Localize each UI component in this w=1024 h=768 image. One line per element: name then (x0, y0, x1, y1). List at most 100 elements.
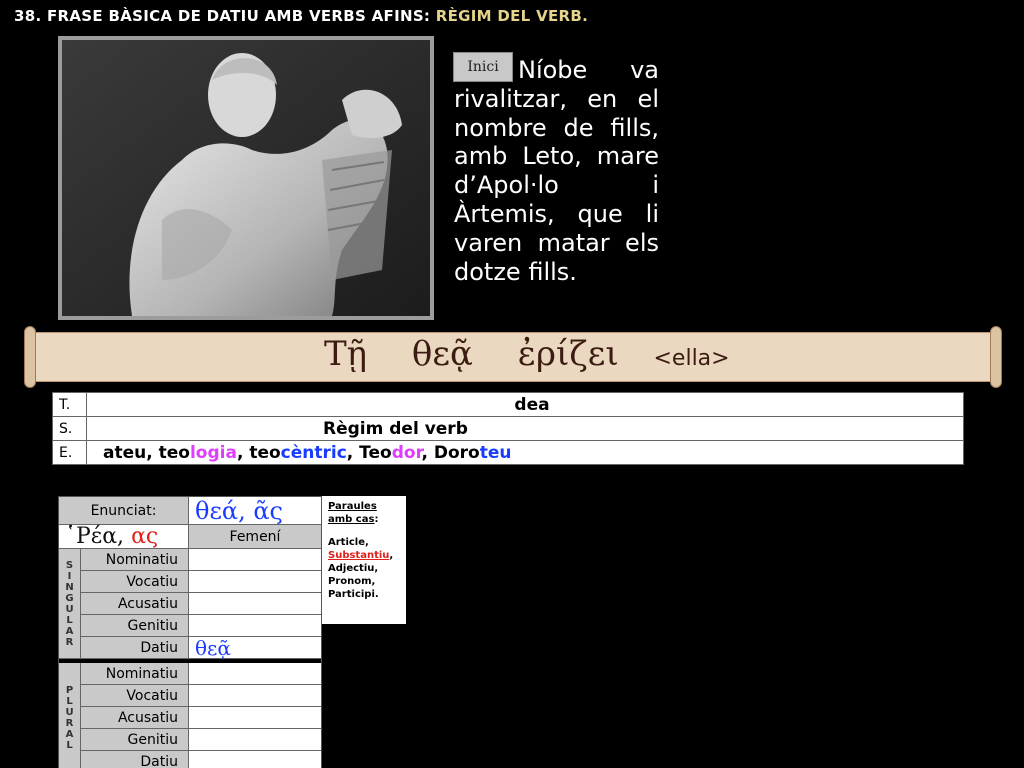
etym-part: , Teo (346, 442, 392, 463)
plural-cases: Nominatiu Vocatiu Acusatiu Genitiu Datiu (81, 663, 321, 768)
title-highlight: RÈGIM DEL VERB. (435, 7, 589, 25)
vlabel-char: N (65, 581, 74, 593)
etym-part: cèntric (280, 442, 347, 463)
word-item: Article, (328, 537, 369, 548)
pl-nominative-row: Nominatiu (81, 663, 321, 685)
enunciat-value: θεά, ᾶς (189, 497, 321, 525)
model-row: ῾Ρέα, ας Femení (59, 524, 321, 549)
niobe-statue-image (62, 40, 430, 316)
word-item: Pronom, (328, 576, 376, 587)
tse-table: T. dea S. Règim del verb E. ateu, teolog… (52, 392, 964, 465)
pl-vocative-cell[interactable] (189, 685, 321, 706)
words-heading-colon: : (374, 514, 379, 525)
vlabel-char: S (65, 559, 74, 571)
translation-row: T. dea (52, 392, 964, 417)
syntax-row: S. Règim del verb (52, 416, 964, 441)
vlabel-char: R (65, 717, 74, 729)
syntax-value: Règim del verb (86, 416, 964, 441)
case-label: Genitiu (81, 729, 189, 750)
scroll-right-roll (990, 326, 1002, 388)
greek-pronoun: <ella> (653, 346, 730, 371)
etymology-row: E. ateu, teologia, teocèntric, Teodor, D… (52, 440, 964, 465)
sg-genitive-cell[interactable] (189, 615, 321, 636)
pl-dative-row: Datiu (81, 751, 321, 768)
word-item-highlight: Substantiu (328, 550, 390, 561)
greek-word-verb: ἐρίζει (517, 334, 619, 374)
etymology-label: E. (52, 440, 87, 465)
vlabel-char: U (65, 603, 74, 615)
greek-sentence: Τῇ θεᾷ ἐρίζει <ella> (324, 334, 730, 374)
sg-vocative-row: Vocatiu (81, 571, 321, 593)
declension-table: Enunciat: θεά, ᾶς ῾Ρέα, ας Femení S I N … (58, 496, 322, 768)
syntax-label: S. (52, 416, 87, 441)
pl-dative-cell[interactable] (189, 751, 321, 768)
model-word-stem: ῾Ρέα, (65, 524, 125, 549)
statue-photo-frame (58, 36, 434, 320)
greek-word-noun: θεᾷ (411, 334, 473, 374)
case-label: Datiu (81, 751, 189, 768)
title-main: 38. FRASE BÀSICA DE DATIU AMB VERBS AFIN… (14, 7, 431, 25)
word-item-comma: , (389, 550, 394, 561)
case-label: Acusatiu (81, 593, 189, 614)
case-label: Vocatiu (81, 571, 189, 592)
translation-label: T. (52, 392, 87, 417)
etymology-value: ateu, teologia, teocèntric, Teodor, Doro… (86, 440, 964, 465)
story-first-line: Níobe va (518, 56, 659, 84)
etym-part: logia (189, 442, 237, 463)
enunciat-row: Enunciat: θεά, ᾶς (59, 497, 321, 525)
vlabel-char: R (65, 636, 74, 648)
words-with-case-box: Paraules amb cas: Article, Substantiu, A… (322, 496, 406, 624)
vlabel-char: U (65, 706, 74, 718)
singular-cases: Nominatiu Vocatiu Acusatiu Genitiu Datiu… (81, 549, 321, 660)
start-button[interactable]: Inici (453, 52, 513, 82)
word-item: Participi. (328, 589, 379, 600)
sg-vocative-cell[interactable] (189, 571, 321, 592)
pl-nominative-cell[interactable] (189, 663, 321, 684)
etym-part: dor (391, 442, 422, 463)
sg-nominative-row: Nominatiu (81, 549, 321, 571)
vlabel-char: L (66, 739, 73, 751)
pl-accusative-cell[interactable] (189, 707, 321, 728)
sg-nominative-cell[interactable] (189, 549, 321, 570)
story-text: Níobe va rivalitzar, en el nombre de fil… (454, 56, 659, 286)
vlabel-char: L (66, 695, 73, 707)
case-label: Genitiu (81, 615, 189, 636)
words-heading: Paraules amb cas (328, 501, 377, 525)
vlabel-char: G (65, 592, 74, 604)
statue-photo (62, 40, 430, 316)
plural-vertical-label: P L U R A L (59, 663, 81, 768)
case-label: Vocatiu (81, 685, 189, 706)
sg-dative-cell[interactable]: θεᾷ (189, 636, 321, 660)
enunciat-label: Enunciat: (59, 497, 189, 524)
sg-accusative-cell[interactable] (189, 593, 321, 614)
vlabel-char: P (65, 684, 74, 696)
vlabel-char: A (65, 728, 74, 740)
word-item: Adjectiu, (328, 563, 379, 574)
plural-group: P L U R A L Nominatiu Vocatiu Acusatiu G… (59, 663, 321, 768)
greek-sentence-scroll: Τῇ θεᾷ ἐρίζει <ella> (24, 326, 1002, 388)
model-word: ῾Ρέα, ας (59, 524, 189, 549)
pl-genitive-cell[interactable] (189, 729, 321, 750)
case-label: Datiu (81, 637, 189, 658)
sg-dative-row: Datiu θεᾷ (81, 636, 321, 660)
story-rest: rivalitzar, en el nombre de fills, amb L… (454, 84, 659, 286)
etym-part: teu (479, 442, 512, 463)
sg-genitive-row: Genitiu (81, 615, 321, 637)
model-word-ending: ας (131, 524, 159, 549)
singular-vertical-label: S I N G U L A R (59, 549, 81, 659)
sg-accusative-row: Acusatiu (81, 593, 321, 615)
case-label: Nominatiu (81, 549, 189, 570)
etym-part: , Doro (421, 442, 480, 463)
case-label: Acusatiu (81, 707, 189, 728)
case-label: Nominatiu (81, 663, 189, 684)
gender-cell: Femení (189, 525, 321, 548)
etym-part: , teo (236, 442, 281, 463)
vlabel-char: L (66, 614, 73, 626)
etym-part: , teo (146, 442, 190, 463)
pl-vocative-row: Vocatiu (81, 685, 321, 707)
scroll-left-roll (24, 326, 36, 388)
vlabel-char: A (65, 625, 74, 637)
etym-part: ateu (103, 442, 147, 463)
pl-genitive-row: Genitiu (81, 729, 321, 751)
translation-value: dea (86, 392, 964, 417)
